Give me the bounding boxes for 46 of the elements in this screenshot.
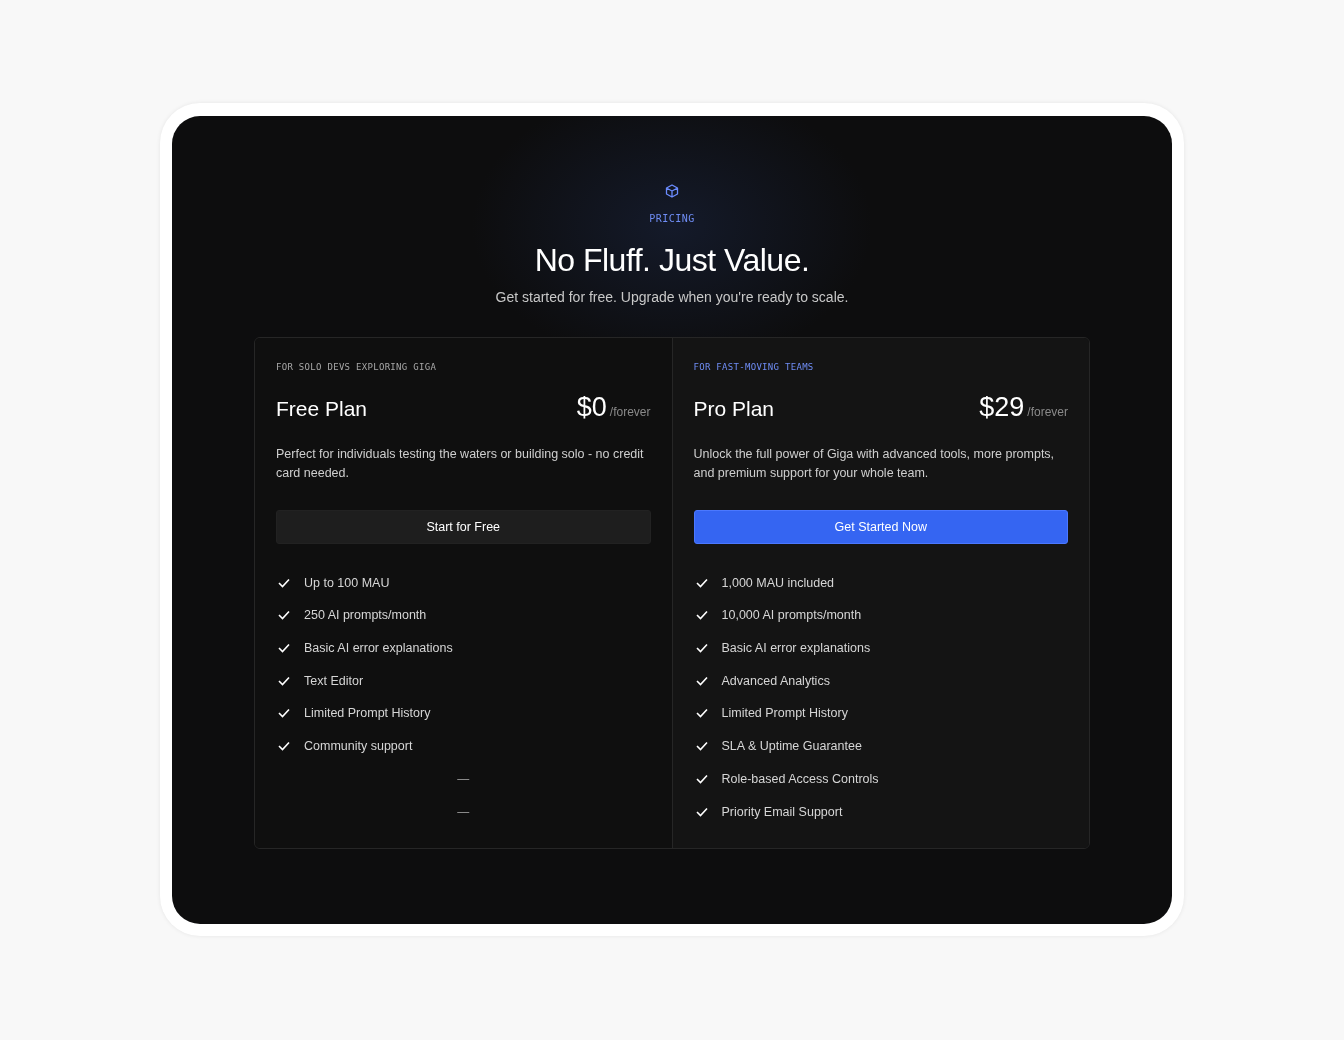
check-icon — [278, 610, 290, 621]
check-icon — [695, 577, 708, 588]
plan-description: Unlock the full power of Giga with advanced tools, more prompts, and premium support for your whole team. — [693, 446, 1056, 483]
feature-text: Text Editor — [304, 673, 364, 688]
cube-icon — [665, 184, 679, 198]
plan-price: $0 — [576, 392, 607, 424]
page-subtitle: Get started for free. Upgrade when you're ready to scale. — [495, 289, 849, 306]
feature-text: 1,000 MAU included — [721, 575, 835, 590]
check-icon — [278, 577, 290, 588]
check-icon — [695, 610, 708, 621]
feature-text: Community support — [304, 739, 413, 754]
feature-text: Role-based Access Controls — [721, 771, 879, 786]
check-icon — [278, 643, 290, 654]
plan-button[interactable]: Start for Free — [276, 510, 651, 545]
feature-text: Priority Email Support — [721, 804, 843, 819]
empty-feature-dash: — — [457, 804, 470, 819]
feature-text: 250 AI prompts/month — [304, 608, 427, 623]
check-icon — [695, 741, 708, 752]
feature-text: Limited Prompt History — [721, 706, 848, 721]
check-icon — [695, 675, 708, 686]
feature-text: SLA & Uptime Guarantee — [721, 739, 862, 754]
plan-tagline: FOR FAST-MOVING TEAMS — [693, 362, 815, 373]
plan-description: Perfect for individuals testing the waters or building solo - no credit card needed. — [276, 446, 645, 483]
plan-name: Free Plan — [276, 397, 369, 422]
empty-feature-dash: — — [457, 771, 470, 786]
plan-name: Pro Plan — [693, 397, 776, 422]
feature-text: Advanced Analytics — [721, 673, 830, 688]
check-icon — [278, 708, 290, 719]
feature-text: Basic AI error explanations — [721, 641, 871, 656]
feature-text: Basic AI error explanations — [304, 641, 453, 656]
page-title: No Fluff. Just Value. — [534, 241, 810, 280]
price-period: /forever — [609, 405, 651, 420]
check-icon — [695, 806, 708, 817]
check-icon — [278, 741, 290, 752]
section-eyebrow: PRICING — [649, 213, 695, 224]
check-icon — [695, 643, 708, 654]
feature-text: Up to 100 MAU — [304, 575, 390, 590]
check-icon — [278, 675, 290, 686]
check-icon — [695, 773, 708, 784]
price-period: /forever — [1027, 405, 1068, 420]
plan-tagline: FOR SOLO DEVS EXPLORING GIGA — [276, 362, 438, 373]
feature-text: 10,000 AI prompts/month — [721, 608, 862, 623]
feature-text: Limited Prompt History — [304, 706, 431, 721]
plan-button[interactable]: Get Started Now — [693, 510, 1068, 545]
check-icon — [695, 708, 708, 719]
plan-price: $29 — [979, 392, 1025, 424]
